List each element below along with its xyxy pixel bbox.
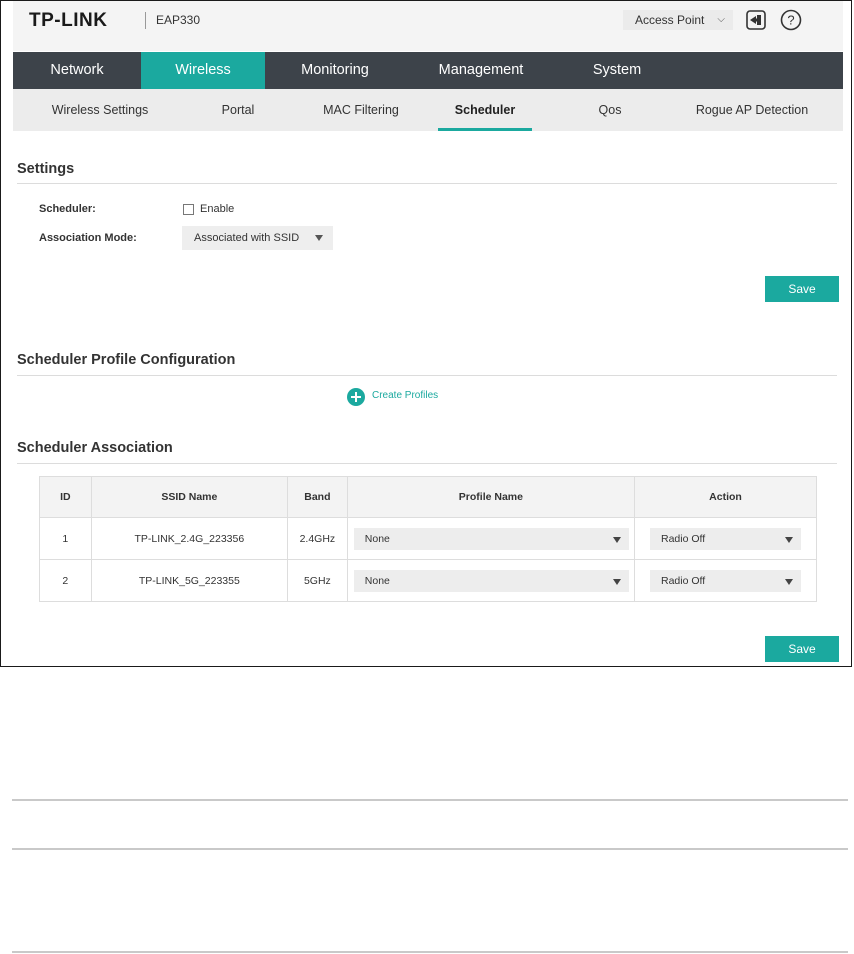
tab-wireless[interactable]: Wireless	[141, 52, 265, 89]
row-action-cell: Radio Off	[634, 559, 817, 602]
brand-logo: TP-LINK	[29, 10, 108, 31]
profile-select[interactable]: None	[353, 570, 629, 592]
col-band: Band	[286, 476, 348, 518]
svg-text:?: ?	[787, 13, 794, 28]
section-divider	[17, 183, 837, 184]
action-select[interactable]: Radio Off	[650, 570, 801, 592]
profile-select[interactable]: None	[353, 528, 629, 550]
logo-divider	[145, 12, 146, 29]
section-divider	[17, 463, 837, 464]
horizontal-rule	[12, 799, 848, 801]
mode-dropdown[interactable]: Access Point ⌵	[623, 10, 733, 30]
action-select-value: Radio Off	[661, 575, 706, 587]
scheduler-label: Scheduler:	[39, 203, 96, 215]
tab-monitoring[interactable]: Monitoring	[265, 52, 405, 89]
association-mode-label: Association Mode:	[39, 232, 137, 244]
row-ssid: TP-LINK_5G_223355	[90, 559, 288, 602]
tab-network[interactable]: Network	[13, 52, 141, 89]
association-title: Scheduler Association	[17, 440, 173, 456]
create-profiles-link[interactable]: Create Profiles	[372, 390, 438, 401]
app-frame: TP-LINK EAP330 Access Point ⌵ ? Network …	[0, 0, 852, 667]
row-band: 2.4GHz	[286, 517, 348, 560]
horizontal-rule	[12, 848, 848, 850]
enable-label: Enable	[200, 203, 235, 215]
chevron-down-icon: ⌵	[717, 14, 725, 25]
subtab-scheduler[interactable]: Scheduler	[438, 89, 532, 131]
profile-config-title: Scheduler Profile Configuration	[17, 352, 236, 368]
action-select[interactable]: Radio Off	[650, 528, 801, 550]
association-save-button[interactable]: Save	[765, 636, 839, 662]
col-ssid-name: SSID Name	[90, 476, 288, 518]
subtab-portal[interactable]: Portal	[193, 89, 283, 131]
caret-down-icon	[785, 579, 793, 585]
subtab-wireless-settings[interactable]: Wireless Settings	[27, 89, 173, 131]
row-action-cell: Radio Off	[634, 517, 817, 560]
tab-management[interactable]: Management	[405, 52, 557, 89]
table-header-row: ID SSID Name Band Profile Name Action	[39, 476, 817, 518]
association-mode-select[interactable]: Associated with SSID	[182, 226, 333, 250]
table-row: 1 TP-LINK_2.4G_223356 2.4GHz None Radio …	[39, 517, 817, 560]
caret-down-icon	[785, 537, 793, 543]
col-profile-name: Profile Name	[346, 476, 636, 518]
caret-down-icon	[612, 537, 621, 543]
table-row: 2 TP-LINK_5G_223355 5GHz None Radio Off	[39, 559, 817, 602]
plus-circle-icon[interactable]	[347, 388, 365, 406]
caret-down-icon	[315, 235, 323, 241]
top-bar: TP-LINK EAP330 Access Point ⌵ ?	[13, 1, 843, 51]
association-table: ID SSID Name Band Profile Name Action 1 …	[39, 476, 817, 602]
horizontal-rule	[12, 951, 848, 953]
device-model: EAP330	[156, 13, 201, 27]
profile-select-value: None	[364, 533, 390, 545]
scheduler-enable-checkbox[interactable]	[183, 204, 194, 215]
main-nav: Network Wireless Monitoring Management S…	[13, 52, 843, 89]
section-divider	[17, 375, 837, 376]
tab-system[interactable]: System	[557, 52, 677, 89]
col-action: Action	[634, 476, 817, 518]
settings-save-button[interactable]: Save	[765, 276, 839, 302]
row-id: 1	[39, 517, 92, 560]
row-band: 5GHz	[286, 559, 348, 602]
help-icon[interactable]: ?	[780, 9, 802, 31]
row-profile-cell: None	[346, 559, 636, 602]
action-select-value: Radio Off	[661, 533, 706, 545]
col-id: ID	[39, 476, 92, 518]
profile-select-value: None	[364, 575, 390, 587]
active-subtab-indicator	[438, 128, 532, 131]
row-ssid: TP-LINK_2.4G_223356	[90, 517, 288, 560]
logout-icon[interactable]	[745, 9, 767, 31]
settings-title: Settings	[17, 161, 75, 177]
mode-dropdown-value: Access Point	[635, 13, 705, 27]
association-mode-value: Associated with SSID	[194, 232, 300, 244]
subtab-mac-filtering[interactable]: MAC Filtering	[303, 89, 419, 131]
subtab-rogue-ap-detection[interactable]: Rogue AP Detection	[673, 89, 831, 131]
caret-down-icon	[612, 579, 621, 585]
row-id: 2	[39, 559, 92, 602]
row-profile-cell: None	[346, 517, 636, 560]
subtab-qos[interactable]: Qos	[565, 89, 655, 131]
sub-nav: Wireless Settings Portal MAC Filtering S…	[13, 89, 843, 131]
